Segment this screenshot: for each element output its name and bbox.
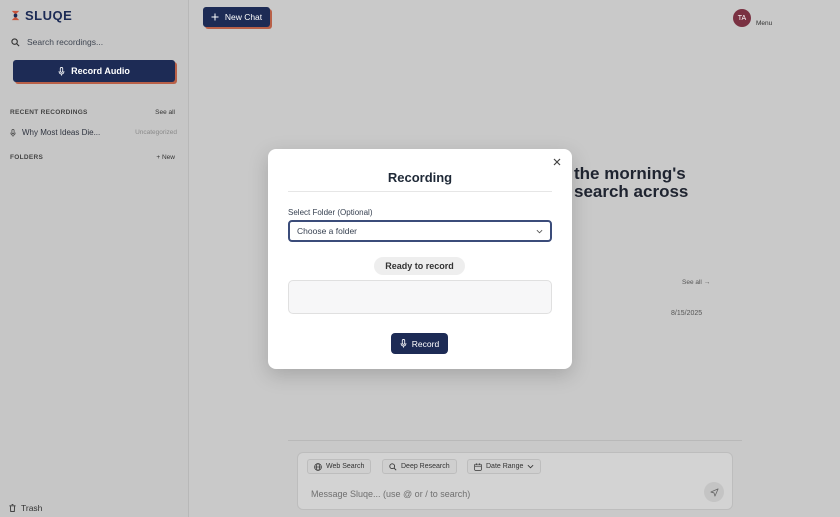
sidebar: SLUQE Search recordings... Record Audio … [0,0,189,517]
waveform-area [288,280,552,314]
hero-line-1: the morning's [574,164,686,183]
close-icon[interactable] [552,157,562,167]
record-button-label: Record [411,338,440,349]
send-button[interactable] [704,482,724,502]
modal-divider [288,191,552,192]
divider [288,440,742,441]
recording-title: Why Most Ideas Die... [22,128,101,137]
trash-link[interactable]: Trash [9,503,42,513]
date-range-dropdown[interactable]: Date Range [467,459,542,474]
microphone-icon [10,128,16,137]
web-search-label: Web Search [326,463,365,470]
menu-label[interactable]: Menu [756,20,772,27]
microphone-icon [58,66,65,76]
microphone-icon [400,339,407,348]
globe-icon [314,462,322,471]
message-input[interactable]: Message Sluqe... (use @ or / to search) [311,489,470,499]
recent-see-all-link[interactable]: See all [155,109,175,116]
logo-icon [11,10,20,21]
record-audio-button[interactable]: Record Audio [13,60,175,82]
chevron-down-icon [536,229,543,233]
web-search-toggle[interactable]: Web Search [307,459,372,474]
record-audio-label: Record Audio [71,66,130,76]
send-icon [709,487,719,497]
arrow-right-icon: → [703,279,711,286]
recording-modal: Recording Select Folder (Optional) Choos… [268,149,572,369]
search-icon [11,37,20,46]
hero-heading: the morning's search across [574,165,688,201]
status-badge: Ready to record [374,257,465,275]
chevron-down-icon [527,464,534,469]
calendar-icon [474,462,482,471]
recording-date: 8/15/2025 [671,310,703,317]
folder-select-label: Select Folder (Optional) [288,208,373,217]
plus-icon [211,13,219,21]
new-chat-label: New Chat [224,12,263,22]
deep-research-label: Deep Research [401,463,450,470]
list-item[interactable]: Why Most Ideas Die... Uncategorized [10,128,177,137]
recent-recordings-title: RECENT RECORDINGS [10,109,88,116]
search-input[interactable]: Search recordings... [11,37,103,47]
search-placeholder: Search recordings... [27,37,104,47]
search-icon [389,462,397,471]
modal-title: Recording [387,170,453,185]
folder-select[interactable]: Choose a folder [288,220,552,242]
deep-research-toggle[interactable]: Deep Research [382,459,457,474]
folders-title: FOLDERS [10,154,44,161]
new-chat-button[interactable]: New Chat [203,7,270,27]
record-button[interactable]: Record [391,333,448,354]
see-all-label: See all [682,279,702,286]
folder-select-value: Choose a folder [297,226,358,236]
hero-line-2: search across [574,182,689,201]
logo[interactable]: SLUQE [9,8,72,23]
see-all-link[interactable]: See all → [682,279,710,286]
new-folder-button[interactable]: + New [156,154,175,161]
recording-category: Uncategorized [135,129,177,136]
avatar[interactable]: TA [733,9,751,27]
trash-icon [9,504,16,512]
chat-composer: Web Search Deep Research Date Range Mess… [297,452,733,510]
logo-text: SLUQE [25,8,73,23]
date-range-label: Date Range [486,463,524,470]
trash-label: Trash [21,503,43,513]
